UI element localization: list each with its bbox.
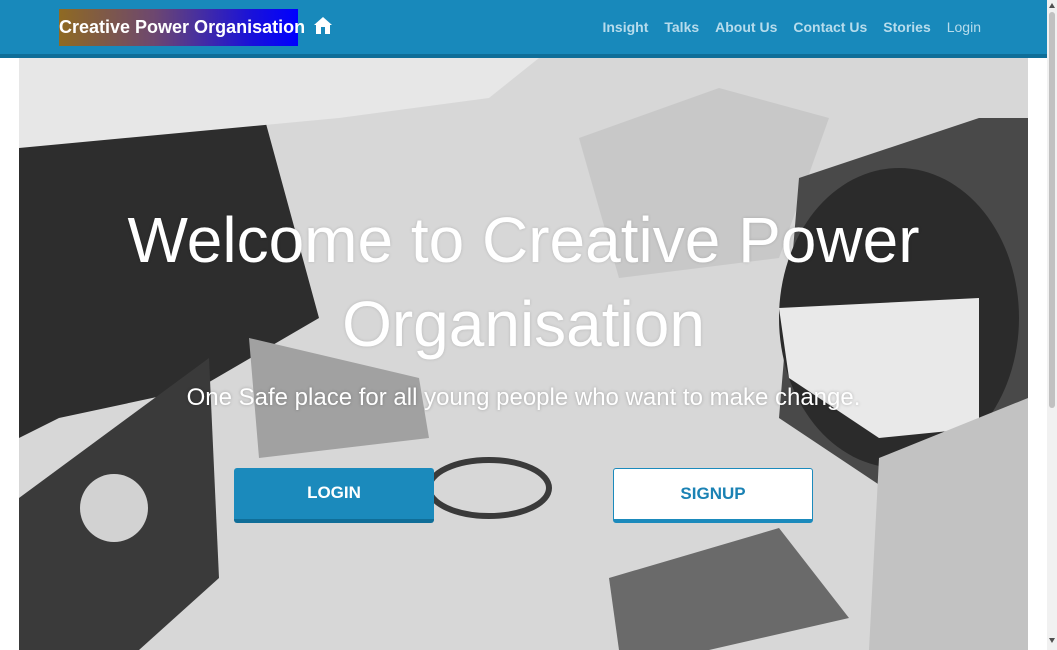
- signup-button[interactable]: SIGNUP: [613, 468, 813, 523]
- brand-logo-link[interactable]: Creative Power Organisation: [59, 9, 305, 46]
- scrollbar-thumb[interactable]: [1049, 12, 1055, 408]
- home-icon[interactable]: [313, 16, 333, 36]
- nav-link-login[interactable]: Login: [947, 19, 981, 35]
- hero-title: Welcome to Creative Power Organisation: [127, 204, 920, 360]
- scroll-up-arrow-icon[interactable]: [1049, 2, 1055, 10]
- nav-link-about-us[interactable]: About Us: [715, 19, 777, 35]
- hero-subtitle: One Safe place for all young people who …: [186, 384, 861, 411]
- nav-link-insight[interactable]: Insight: [602, 19, 648, 35]
- navbar: Creative Power Organisation Insight Talk…: [0, 0, 1047, 58]
- nav-link-talks[interactable]: Talks: [664, 19, 699, 35]
- hero-section: Welcome to Creative Power Organisation O…: [19, 58, 1028, 650]
- login-button[interactable]: LOGIN: [234, 468, 434, 523]
- nav-links: Insight Talks About Us Contact Us Storie…: [602, 0, 981, 54]
- scroll-down-arrow-icon[interactable]: [1049, 636, 1055, 644]
- nav-link-contact-us[interactable]: Contact Us: [793, 19, 867, 35]
- nav-link-stories[interactable]: Stories: [883, 19, 930, 35]
